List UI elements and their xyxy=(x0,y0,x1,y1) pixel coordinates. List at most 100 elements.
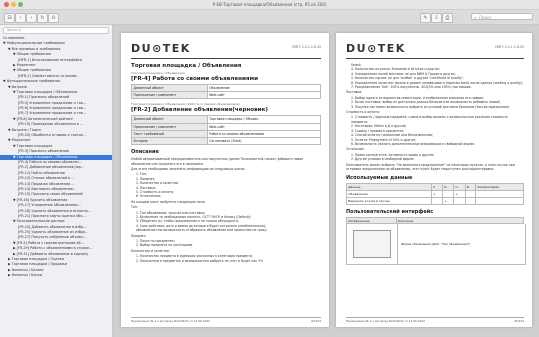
table-header-row: Изображение Описание xyxy=(346,216,525,225)
outline-item-label: ▶ Торговая площадка / Оценки xyxy=(8,257,65,262)
table-row: Приложение / компонент Web-сайт xyxy=(131,91,322,100)
title-bar: Р-ЕВ-Торговая площадка/Объявления (стр. … xyxy=(0,0,539,10)
table-cell xyxy=(430,196,444,205)
outline-sidebar: Фильтр Оглавление ▼ Нефункциональные треб… xyxy=(0,25,113,337)
list-item: объявление или возможность отображать об… xyxy=(136,228,268,233)
zoom-window-icon[interactable] xyxy=(18,2,23,7)
table-cell: Доменный объект xyxy=(131,83,208,93)
table-cell xyxy=(464,190,477,198)
ui-description: Форма объявления (Шаг "Тип объявления") xyxy=(400,242,471,247)
ui-preview-row: Форма объявления (Шаг "Тип объявления") xyxy=(346,224,526,266)
subsection-label: Остальное: xyxy=(346,147,365,152)
outline-item-label: [FR-18] Удалить объявления в исполни... xyxy=(18,208,91,213)
list-item: 2. Показатели в предметах и возможностью… xyxy=(136,258,264,263)
outline-item-label: [FR-5] Управление продажами и тов... xyxy=(18,100,87,105)
annotate-icon[interactable]: ✎ xyxy=(420,13,431,23)
share-icon[interactable]: ⎙ xyxy=(442,13,453,23)
ui-screenshot-thumbnail xyxy=(352,230,391,259)
column-header: U xyxy=(453,183,466,192)
outline-item-label: [FR-21] Просмотр карты оценки объ... xyxy=(18,213,86,218)
outline-item-label: ▶ Финансы / Банки xyxy=(8,273,43,278)
steps-list: 1. Тип; 2. Предмет; 3. Количество и каче… xyxy=(131,172,321,198)
search-field[interactable]: ⌕ Поиск xyxy=(471,13,533,20)
outline-item-label: ▶ [FR-29] Работа с объявлениями в строке… xyxy=(13,246,93,251)
table-cell: Согласовать (Start) xyxy=(206,136,322,146)
table-cell: Web-сайт xyxy=(206,122,322,131)
page-footer: Приложение № 1 к договору №2204/21 от 12… xyxy=(346,317,524,323)
used-data-heading: Используемые данные xyxy=(346,175,413,182)
column-header: Изображение xyxy=(346,216,397,225)
outline-item-label: ▼ Торговая площадка / Объявления xyxy=(13,89,78,94)
table-cell: История xyxy=(131,136,208,146)
back-icon[interactable]: ‹ xyxy=(15,13,26,23)
outline-item-label: ▼ [FR-5] Работа с просмотренными об... xyxy=(13,240,84,245)
table-row: История Согласовать (Start) xyxy=(131,136,322,146)
footer-contract: Приложение № 1 к договору №2204/21 от 12… xyxy=(131,319,210,323)
outline-item-label: [FR-7] Управление продажами и тов... xyxy=(18,111,87,116)
close-window-icon[interactable] xyxy=(4,2,9,7)
type-list: 1. Тип объявления: закупка или поставка;… xyxy=(131,211,321,233)
column-header: D xyxy=(464,183,477,192)
outline-item-label: [FR-11] Найти объявления xyxy=(18,170,65,175)
zoom-icon[interactable]: ⊙ xyxy=(48,13,59,23)
outline-item-label: [FR-4] Работа со своими объявлен... xyxy=(18,159,82,164)
outline-item-label: ▼ Торговая площадка / Объявления xyxy=(13,154,78,159)
window-title: Р-ЕВ-Торговая площадка/Объявления (стр. … xyxy=(212,2,327,7)
outline-item-label: [FR-1] Просмотр объявлений xyxy=(18,95,70,100)
ui-screenshot-cell xyxy=(347,224,398,265)
table-cell: Объявления xyxy=(346,190,432,198)
outline-item-label: ▼ Витрина / Поиск xyxy=(8,127,41,132)
sidebar-filter-input[interactable]: Фильтр xyxy=(3,27,109,34)
table-row: Варианты кол-ва в случае + xyxy=(346,196,524,205)
document-page-right: DU⊙TEK ОМП: 2.2.1.1.6.45 Select; 4. Коли… xyxy=(336,33,532,327)
table-cell xyxy=(475,196,524,205)
outline-item-label: ▶ Торговая площадка / Продажи xyxy=(8,262,67,267)
outline-item-label: ▼ Пользовательские данные xyxy=(13,219,65,224)
rotate-icon[interactable]: ↻ xyxy=(37,13,48,23)
column-header: С xyxy=(430,183,444,192)
list-item: 1. Стоимость / единица предмета: сумма в… xyxy=(351,115,508,124)
table-cell: Работа со своими объявлениями xyxy=(206,129,322,138)
outline-item-label: [FR-24] Добавить объявления в избр... xyxy=(18,224,87,229)
table-cell: Приложение / компонент xyxy=(131,91,208,100)
table-cell: Web-сайт xyxy=(206,91,322,100)
description-heading: Описание xyxy=(131,149,159,156)
breadcrumb: Торговая площадка / Объявления xyxy=(131,71,185,75)
outline-item-label: [FR-6] Управление продажами и тов... xyxy=(18,106,87,111)
table-cell xyxy=(475,190,524,198)
outline-item-label: ▼ Все примеры и требования xyxy=(8,46,61,51)
requirement-heading: [FR-4] Работа со своими объявлениями xyxy=(131,76,258,82)
outline-item-label: [FR-25] Удалить объявление из избра... xyxy=(18,230,89,235)
page-body: Торговая площадка / Объявления Торговая … xyxy=(131,63,322,263)
page-footer: Приложение № 1 к договору №2204/21 от 12… xyxy=(131,317,321,323)
company-logo: DU⊙TEK xyxy=(131,42,191,55)
download-icon[interactable]: ⇩ xyxy=(431,13,442,23)
list-item: 3. Покупка поставки: возможность выбрать… xyxy=(351,104,511,109)
requirement-heading: [FR-2] Добавление объявления(черновик) xyxy=(131,107,268,114)
outline-item-label: ▼ Функциональные требования xyxy=(3,79,60,84)
page-header-code: ОМП: 2.2.1.1.6.45 xyxy=(291,45,321,49)
sidebar-toggle-icon[interactable]: ⊟ xyxy=(4,13,15,23)
subsection-label: Поставка: xyxy=(346,90,363,95)
table-cell: + xyxy=(442,196,455,205)
table-row: Текст требований Работа со своими объявле… xyxy=(131,129,322,138)
outline-item-label: Оглавление xyxy=(3,36,25,40)
table-cell xyxy=(464,196,477,205)
minimize-window-icon[interactable] xyxy=(11,2,16,7)
page-body: Select; 4. Количество штучных: Значение … xyxy=(346,63,526,266)
outline-list: Оглавление ▼ Нефункциональные требования ▼… xyxy=(0,36,112,279)
list-item: 2. Другие условия в свободной форме. xyxy=(351,157,415,162)
used-data-table: Данные С R U D Комментарии Объявления + … xyxy=(346,183,524,205)
forward-icon[interactable]: › xyxy=(26,13,37,23)
page-number: 94/234 xyxy=(311,319,321,323)
footer-contract: Приложение № 1 к договору №2204/21 от 12… xyxy=(346,319,425,323)
list-item: 6. Возможность указать дополнительные ин… xyxy=(351,141,476,146)
outline-item[interactable]: ▶ Финансы / Банки xyxy=(0,273,112,278)
table-row: Объявления + + xyxy=(346,190,524,198)
outline-item-label: [FR-14] Выставить объявление... xyxy=(18,186,77,191)
document-area[interactable]: DU⊙TEK ОМП: 2.2.1.1.6.45 Торговая площад… xyxy=(113,25,539,337)
outline-item-label: ▼ Нефункциональные требования xyxy=(3,41,65,46)
column-header: R xyxy=(442,183,455,192)
table-row: Доменный объект Объявление xyxy=(131,83,322,93)
outline-item-label: ▼ Общие требования xyxy=(13,52,51,57)
